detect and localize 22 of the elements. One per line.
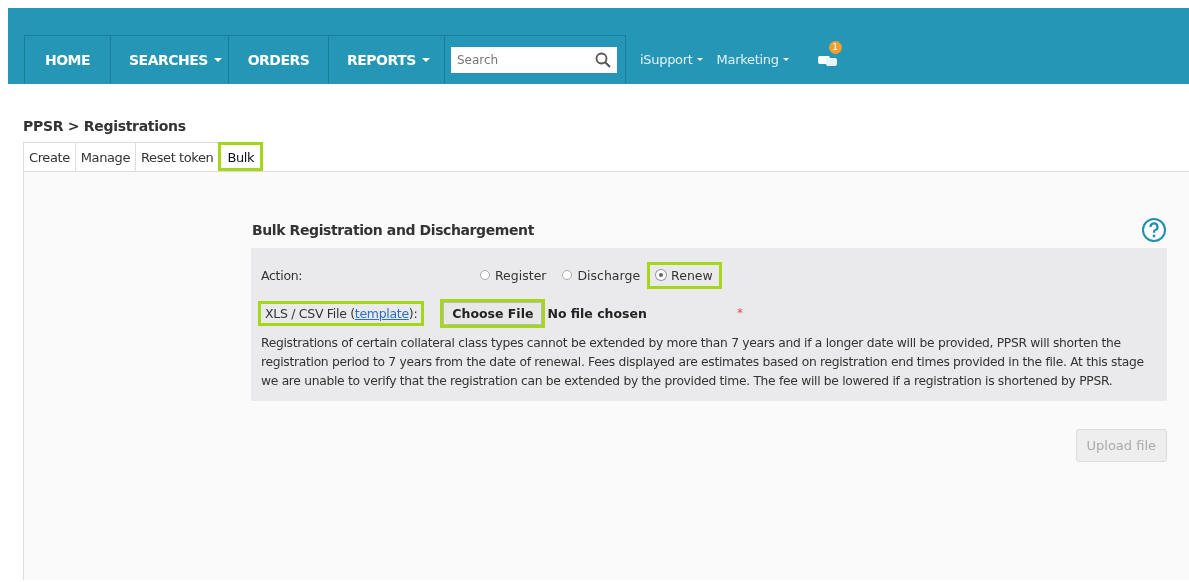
- radio-option[interactable]: Renew: [650, 264, 719, 286]
- choose-file-button[interactable]: Choose File: [443, 301, 543, 325]
- template-link[interactable]: template: [354, 305, 409, 321]
- caret-icon: [421, 58, 430, 62]
- info-text: Registrations of certain collateral class types cannot be extended by more than 7 years and if a longer date will be provided, PPSR will shorten the registration period to 7 years from the date of renewal. Fees displayed are estimates based on registration end times provided in the file. At this stage we are unable to verify that the registration can be extended by the provided time. The fee will be lowered if a registration is shortened by PPSR.: [261, 335, 1145, 390]
- file-status: No file chosen: [547, 305, 647, 321]
- radio-option[interactable]: Register: [474, 264, 553, 286]
- field-label: Action:: [261, 267, 304, 283]
- required-mark: *: [736, 306, 743, 320]
- radio-option[interactable]: Discharge: [556, 264, 647, 286]
- caret-icon: [213, 58, 222, 62]
- notification-badge: 1: [828, 41, 842, 54]
- caret-icon: [782, 58, 789, 61]
- field-label: XLS / CSV File (template):: [261, 303, 422, 323]
- caret-icon: [696, 58, 703, 61]
- breadcrumb: PPSR > Registrations: [23, 118, 187, 134]
- section-title: Bulk Registration and Dischargement: [251, 222, 534, 238]
- search-icon: [595, 52, 611, 68]
- tab[interactable]: Bulk: [218, 142, 264, 171]
- help-icon[interactable]: [1141, 217, 1167, 243]
- search-field[interactable]: Search: [451, 47, 617, 73]
- tab[interactable]: Create: [23, 142, 76, 171]
